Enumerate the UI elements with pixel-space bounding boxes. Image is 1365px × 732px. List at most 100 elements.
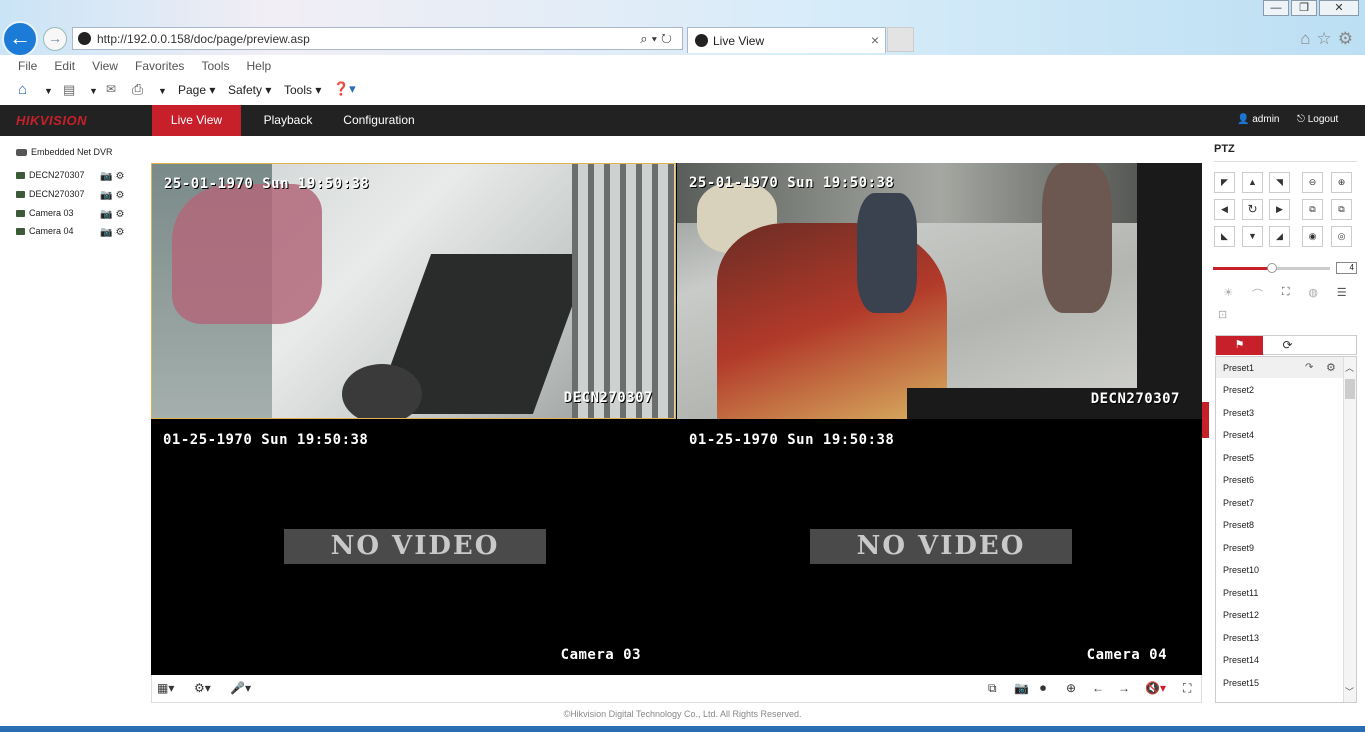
back-button[interactable]: ← bbox=[2, 21, 38, 57]
logout-button[interactable]: ⎋ Logout bbox=[1297, 114, 1338, 125]
volume-mute-icon[interactable]: 🔇▾ bbox=[1145, 681, 1166, 695]
ptz-up-button[interactable]: ▲ bbox=[1242, 172, 1263, 193]
zoom-icon[interactable]: ⊕ bbox=[1066, 681, 1076, 695]
ptz-collapse-handle[interactable] bbox=[1202, 402, 1209, 438]
list-item[interactable]: Preset2 bbox=[1223, 385, 1254, 395]
safety-menu[interactable]: Safety ▾ bbox=[228, 83, 271, 97]
iris-open-button[interactable]: ◉ bbox=[1302, 226, 1323, 247]
window-layout-icon[interactable]: ▦▾ bbox=[157, 681, 174, 695]
zoom-in-button[interactable]: ⊕ bbox=[1331, 172, 1352, 193]
light-icon[interactable]: ☀ bbox=[1223, 286, 1233, 302]
set-preset-gear-icon[interactable]: ⚙ bbox=[1326, 361, 1336, 374]
list-item[interactable]: Preset7 bbox=[1223, 498, 1254, 508]
focus-near-button[interactable]: ⧉ bbox=[1302, 199, 1323, 220]
list-item[interactable]: Preset6 bbox=[1223, 475, 1254, 485]
close-window-button[interactable]: ✕ bbox=[1319, 0, 1359, 16]
manual-tracking-icon[interactable]: ⊡ bbox=[1218, 308, 1227, 321]
address-url[interactable]: http://192.0.0.158/doc/page/preview.asp bbox=[97, 32, 310, 46]
list-item[interactable]: Preset5 bbox=[1223, 453, 1254, 463]
address-bar[interactable]: http://192.0.0.158/doc/page/preview.asp … bbox=[72, 27, 683, 50]
tab-preset[interactable]: ⚑ bbox=[1216, 336, 1263, 355]
nav-configuration[interactable]: Configuration bbox=[336, 105, 422, 136]
tree-camera-1[interactable]: DECN270307 bbox=[16, 170, 85, 180]
menu-help[interactable]: Help bbox=[247, 59, 272, 73]
iris-close-button[interactable]: ◎ bbox=[1331, 226, 1352, 247]
camera-3-controls[interactable]: 📷⚙ bbox=[100, 209, 127, 220]
tab-patrol[interactable]: ⟳ bbox=[1264, 336, 1311, 355]
fullscreen-icon[interactable]: ⛶ bbox=[1183, 681, 1191, 696]
print-dropdown-icon[interactable]: ▼ bbox=[158, 86, 167, 96]
maximize-button[interactable]: ❐ bbox=[1291, 0, 1317, 16]
zoom-out-button[interactable]: ⊖ bbox=[1302, 172, 1323, 193]
list-item[interactable]: Preset12 bbox=[1223, 610, 1259, 620]
feeds-dropdown-icon[interactable]: ▼ bbox=[89, 86, 98, 96]
feeds-icon[interactable]: ▤ bbox=[63, 82, 75, 98]
menu-favorites[interactable]: Favorites bbox=[135, 59, 184, 73]
scroll-down-icon[interactable]: ﹀ bbox=[1345, 685, 1354, 698]
ptz-down-right-button[interactable]: ◢ bbox=[1269, 226, 1290, 247]
print-icon[interactable]: ⎙ bbox=[132, 81, 143, 98]
home-dropdown-icon[interactable]: ▼ bbox=[44, 86, 53, 96]
home-cmd-icon[interactable]: ⌂ bbox=[18, 81, 27, 98]
wiper-icon[interactable]: ⌒ bbox=[1252, 286, 1263, 302]
favorites-star-icon[interactable]: ☆ bbox=[1317, 29, 1338, 48]
video-pane-1[interactable]: 25-01-1970 Sun 19:50:38 DECN270307 bbox=[151, 163, 676, 419]
home-icon[interactable]: ⌂ bbox=[1300, 29, 1316, 48]
menu-edit[interactable]: Edit bbox=[54, 59, 75, 73]
next-page-icon[interactable]: → bbox=[1118, 681, 1130, 695]
list-item[interactable]: Preset3 bbox=[1223, 408, 1254, 418]
camera-2-controls[interactable]: 📷⚙ bbox=[100, 190, 127, 201]
scroll-up-icon[interactable]: ︿ bbox=[1345, 361, 1354, 374]
tools-cmd-menu[interactable]: Tools ▾ bbox=[284, 83, 321, 97]
ptz-up-left-button[interactable]: ◤ bbox=[1214, 172, 1235, 193]
prev-page-icon[interactable]: ← bbox=[1092, 681, 1104, 695]
menu-view[interactable]: View bbox=[92, 59, 118, 73]
list-item[interactable]: Preset11 bbox=[1223, 588, 1258, 598]
tab-close-icon[interactable]: × bbox=[871, 32, 879, 48]
address-controls[interactable]: ⌕▾↻ bbox=[640, 31, 676, 47]
list-item[interactable]: Preset15 bbox=[1223, 678, 1259, 688]
ptz-right-button[interactable]: ▶ bbox=[1269, 199, 1290, 220]
stream-select-icon[interactable]: ⚙▾ bbox=[194, 681, 211, 695]
ptz-speed-slider[interactable] bbox=[1213, 263, 1330, 273]
help-icon[interactable]: ❓▾ bbox=[333, 81, 356, 97]
nav-playback[interactable]: Playback bbox=[252, 105, 324, 136]
call-preset-icon[interactable]: ↷ bbox=[1305, 362, 1313, 373]
list-item[interactable]: Preset10 bbox=[1223, 565, 1259, 575]
tree-camera-4[interactable]: Camera 04 bbox=[16, 226, 74, 236]
menu-tools[interactable]: Tools bbox=[201, 59, 229, 73]
forward-button[interactable]: → bbox=[43, 27, 67, 51]
menu-icon[interactable]: ☰ bbox=[1337, 286, 1347, 302]
ptz-down-button[interactable]: ▼ bbox=[1242, 226, 1263, 247]
video-pane-4[interactable]: 01-25-1970 Sun 19:50:38 NO VIDEO Camera … bbox=[677, 420, 1202, 675]
menu-file[interactable]: File bbox=[18, 59, 37, 73]
focus-icon[interactable]: ⛶ bbox=[1282, 286, 1290, 302]
tree-camera-3[interactable]: Camera 03 bbox=[16, 208, 74, 218]
page-menu[interactable]: Page ▾ bbox=[178, 83, 215, 97]
nav-live-view[interactable]: Live View bbox=[152, 105, 241, 136]
microphone-icon[interactable]: 🎤▾ bbox=[230, 681, 251, 695]
list-item[interactable]: Preset8 bbox=[1223, 520, 1254, 530]
ptz-down-left-button[interactable]: ◣ bbox=[1214, 226, 1235, 247]
video-pane-3[interactable]: 01-25-1970 Sun 19:50:38 NO VIDEO Camera … bbox=[151, 420, 676, 675]
list-item[interactable]: Preset14 bbox=[1223, 655, 1259, 665]
list-item[interactable]: Preset9 bbox=[1223, 543, 1254, 553]
speed-slider-knob[interactable] bbox=[1266, 263, 1277, 273]
tree-root[interactable]: Embedded Net DVR bbox=[16, 147, 113, 157]
camera-4-controls[interactable]: 📷⚙ bbox=[100, 227, 127, 238]
ptz-up-right-button[interactable]: ◥ bbox=[1269, 172, 1290, 193]
focus-far-button[interactable]: ⧉ bbox=[1331, 199, 1352, 220]
preset-scrollbar[interactable]: ︿ ﹀ bbox=[1343, 357, 1356, 702]
camera-1-controls[interactable]: 📷⚙ bbox=[100, 171, 127, 182]
mail-icon[interactable]: ✉ bbox=[106, 82, 116, 96]
scroll-thumb[interactable] bbox=[1345, 379, 1355, 399]
tree-camera-2[interactable]: DECN270307 bbox=[16, 189, 85, 199]
user-menu[interactable]: 👤 admin bbox=[1237, 114, 1279, 125]
new-tab-button[interactable] bbox=[887, 27, 914, 52]
record-icon[interactable]: ⏺ bbox=[1040, 681, 1046, 696]
capture-icon[interactable]: 📷 bbox=[1014, 681, 1029, 695]
video-pane-2[interactable]: 25-01-1970 Sun 19:50:38 DECN270307 bbox=[677, 163, 1202, 419]
ptz-left-button[interactable]: ◀ bbox=[1214, 199, 1235, 220]
lens-init-icon[interactable]: ◍ bbox=[1308, 286, 1318, 302]
settings-gear-icon[interactable]: ⚙ bbox=[1338, 29, 1359, 48]
